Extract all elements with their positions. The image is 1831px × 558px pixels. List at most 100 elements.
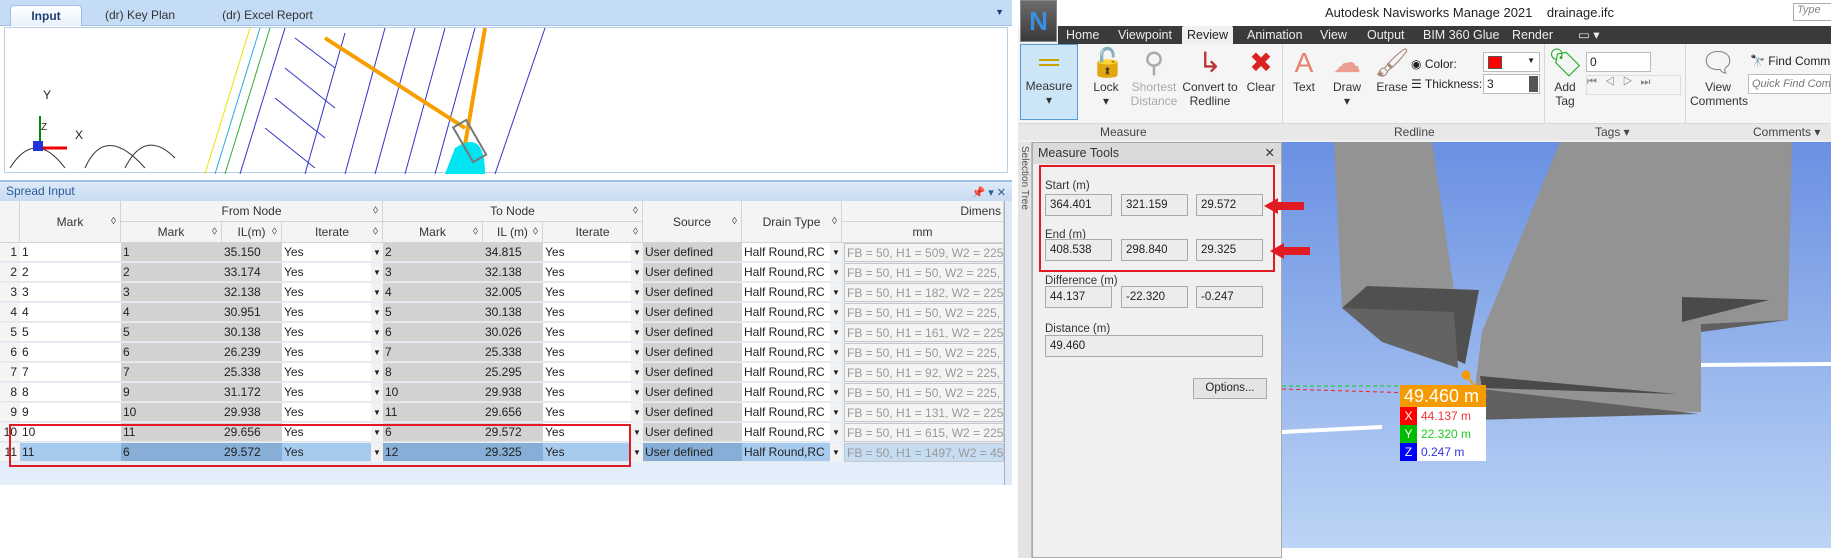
sort-icon[interactable]: ◊ xyxy=(732,201,737,243)
row-number[interactable]: 7 xyxy=(0,363,20,382)
chevron-down-icon[interactable]: ▼ xyxy=(830,243,842,262)
quick-access-dropdown-icon[interactable]: ▭ ▾ xyxy=(1578,26,1600,44)
chevron-down-icon[interactable]: ▼ xyxy=(631,303,643,322)
to-iterate-select[interactable]: Yes xyxy=(543,403,631,422)
from-iterate-select[interactable]: Yes xyxy=(282,303,371,322)
from-iterate-select[interactable]: Yes xyxy=(282,323,371,342)
sort-icon[interactable]: ◊ xyxy=(633,201,638,222)
diff-x-field[interactable]: 44.137 xyxy=(1045,286,1112,308)
dimensions-cell[interactable]: FB = 50, H1 = 509, W2 = 225, W xyxy=(844,243,1004,262)
col-header-to-il[interactable]: IL (m) ◊ xyxy=(483,222,543,243)
to-il-cell[interactable]: 32.138 xyxy=(483,263,543,282)
to-iterate-select[interactable]: Yes xyxy=(543,283,631,302)
sort-icon[interactable]: ◊ xyxy=(111,201,116,243)
chevron-down-icon[interactable]: ▼ xyxy=(371,383,383,402)
group-measure-label[interactable]: Measure xyxy=(1100,125,1147,139)
from-il-cell[interactable]: 33.174 xyxy=(222,263,282,282)
from-iterate-select[interactable]: Yes xyxy=(282,283,371,302)
chevron-down-icon[interactable]: ▼ xyxy=(371,403,383,422)
col-header-from-mark[interactable]: Mark ◊ xyxy=(121,222,222,243)
row-mark-cell[interactable]: 6 xyxy=(20,343,121,362)
chevron-down-icon[interactable]: ▼ xyxy=(371,263,383,282)
from-il-cell[interactable]: 32.138 xyxy=(222,283,282,302)
chevron-down-icon[interactable]: ▼ xyxy=(631,443,643,462)
tab-render[interactable]: Render xyxy=(1512,26,1553,44)
drain-type-select[interactable]: Half Round,RC xyxy=(742,283,830,302)
dimensions-cell[interactable]: FB = 50, H1 = 161, W2 = 225, W xyxy=(844,323,1004,342)
to-iterate-select[interactable]: Yes xyxy=(543,383,631,402)
col-header-source[interactable]: Source ◊ xyxy=(643,201,742,243)
source-cell[interactable]: User defined xyxy=(643,343,742,362)
drain-type-select[interactable]: Half Round,RC xyxy=(742,423,830,442)
tab-home[interactable]: Home xyxy=(1066,26,1099,44)
convert-to-redline-button[interactable]: ↳ Convert to Redline xyxy=(1181,46,1239,108)
group-tags-label[interactable]: Tags ▾ xyxy=(1595,125,1630,139)
chevron-down-icon[interactable]: ▼ xyxy=(631,383,643,402)
from-iterate-select[interactable]: Yes xyxy=(282,363,371,382)
sort-icon[interactable]: ◊ xyxy=(373,201,378,222)
from-il-cell[interactable]: 30.138 xyxy=(222,323,282,342)
source-cell[interactable]: User defined xyxy=(643,403,742,422)
diff-z-field[interactable]: -0.247 xyxy=(1196,286,1263,308)
from-il-cell[interactable]: 29.938 xyxy=(222,403,282,422)
from-iterate-select[interactable]: Yes xyxy=(282,343,371,362)
from-iterate-select[interactable]: Yes xyxy=(282,403,371,422)
from-mark-cell[interactable]: 3 xyxy=(121,283,222,302)
find-comments-button[interactable]: 🔭 Find Comm xyxy=(1750,54,1830,68)
row-mark-cell[interactable]: 4 xyxy=(20,303,121,322)
chevron-down-icon[interactable]: ▼ xyxy=(631,323,643,342)
tab-view[interactable]: View xyxy=(1320,26,1347,44)
col-header-drain-type[interactable]: Drain Type ◊ xyxy=(742,201,842,243)
chevron-down-icon[interactable]: ▼ xyxy=(631,283,643,302)
row-mark-cell[interactable]: 2 xyxy=(20,263,121,282)
to-iterate-select[interactable]: Yes xyxy=(543,303,631,322)
row-number[interactable]: 2 xyxy=(0,263,20,282)
chevron-down-icon[interactable]: ▼ xyxy=(631,403,643,422)
to-mark-cell[interactable]: 4 xyxy=(383,283,483,302)
chevron-down-icon[interactable]: ▼ xyxy=(631,363,643,382)
source-cell[interactable]: User defined xyxy=(643,423,742,442)
drain-type-select[interactable]: Half Round,RC xyxy=(742,343,830,362)
drain-type-select[interactable]: Half Round,RC xyxy=(742,323,830,342)
to-mark-cell[interactable]: 8 xyxy=(383,363,483,382)
to-il-cell[interactable]: 30.026 xyxy=(483,323,543,342)
to-il-cell[interactable]: 25.338 xyxy=(483,343,543,362)
chevron-down-icon[interactable]: ▼ xyxy=(830,443,842,462)
source-cell[interactable]: User defined xyxy=(643,363,742,382)
to-iterate-select[interactable]: Yes xyxy=(543,343,631,362)
quick-find-comments-input[interactable]: Quick Find Com xyxy=(1748,74,1831,94)
dimensions-cell[interactable]: FB = 50, H1 = 92, W2 = 225, W xyxy=(844,363,1004,382)
tag-navigation-buttons[interactable]: ⏮◁▷⏭ xyxy=(1586,75,1681,95)
close-icon[interactable]: ✕ xyxy=(1265,143,1275,164)
from-iterate-select[interactable]: Yes xyxy=(282,383,371,402)
row-mark-cell[interactable]: 9 xyxy=(20,403,121,422)
chevron-down-icon[interactable]: ▼ xyxy=(371,323,383,342)
from-mark-cell[interactable]: 6 xyxy=(121,343,222,362)
to-il-cell[interactable]: 34.815 xyxy=(483,243,543,262)
to-iterate-select[interactable]: Yes xyxy=(543,363,631,382)
drain-type-select[interactable]: Half Round,RC xyxy=(742,243,830,262)
drain-type-select[interactable]: Half Round,RC xyxy=(742,383,830,402)
chevron-down-icon[interactable]: ▼ xyxy=(830,403,842,422)
chevron-down-icon[interactable]: ▼ xyxy=(830,383,842,402)
tabs-dropdown-icon[interactable]: ▼ xyxy=(995,7,1004,17)
from-mark-cell[interactable]: 1 xyxy=(121,243,222,262)
table-row[interactable]: 5 5 5 30.138 Yes ▼ 6 30.026 Yes ▼ User defined Half… xyxy=(0,323,1004,343)
source-cell[interactable]: User defined xyxy=(643,443,742,462)
chevron-down-icon[interactable]: ▼ xyxy=(631,243,643,262)
sort-icon[interactable]: ◊ xyxy=(473,222,478,243)
clear-button[interactable]: ✖ Clear xyxy=(1243,46,1279,94)
to-il-cell[interactable]: 32.005 xyxy=(483,283,543,302)
dimensions-cell[interactable]: FB = 50, H1 = 50, W2 = 225, W xyxy=(844,303,1004,322)
tab-key-plan[interactable]: (dr) Key Plan xyxy=(95,5,185,26)
source-cell[interactable]: User defined xyxy=(643,323,742,342)
tab-animation[interactable]: Animation xyxy=(1247,26,1303,44)
to-il-cell[interactable]: 25.295 xyxy=(483,363,543,382)
row-number[interactable]: 9 xyxy=(0,403,20,422)
dimensions-cell[interactable]: FB = 50, H1 = 131, W2 = 225, W xyxy=(844,403,1004,422)
from-mark-cell[interactable]: 2 xyxy=(121,263,222,282)
chevron-down-icon[interactable]: ▼ xyxy=(830,303,842,322)
chevron-down-icon[interactable]: ▼ xyxy=(830,363,842,382)
plan-drawing-canvas[interactable]: Y X Z xyxy=(4,27,1008,175)
sort-icon[interactable]: ◊ xyxy=(272,222,277,243)
